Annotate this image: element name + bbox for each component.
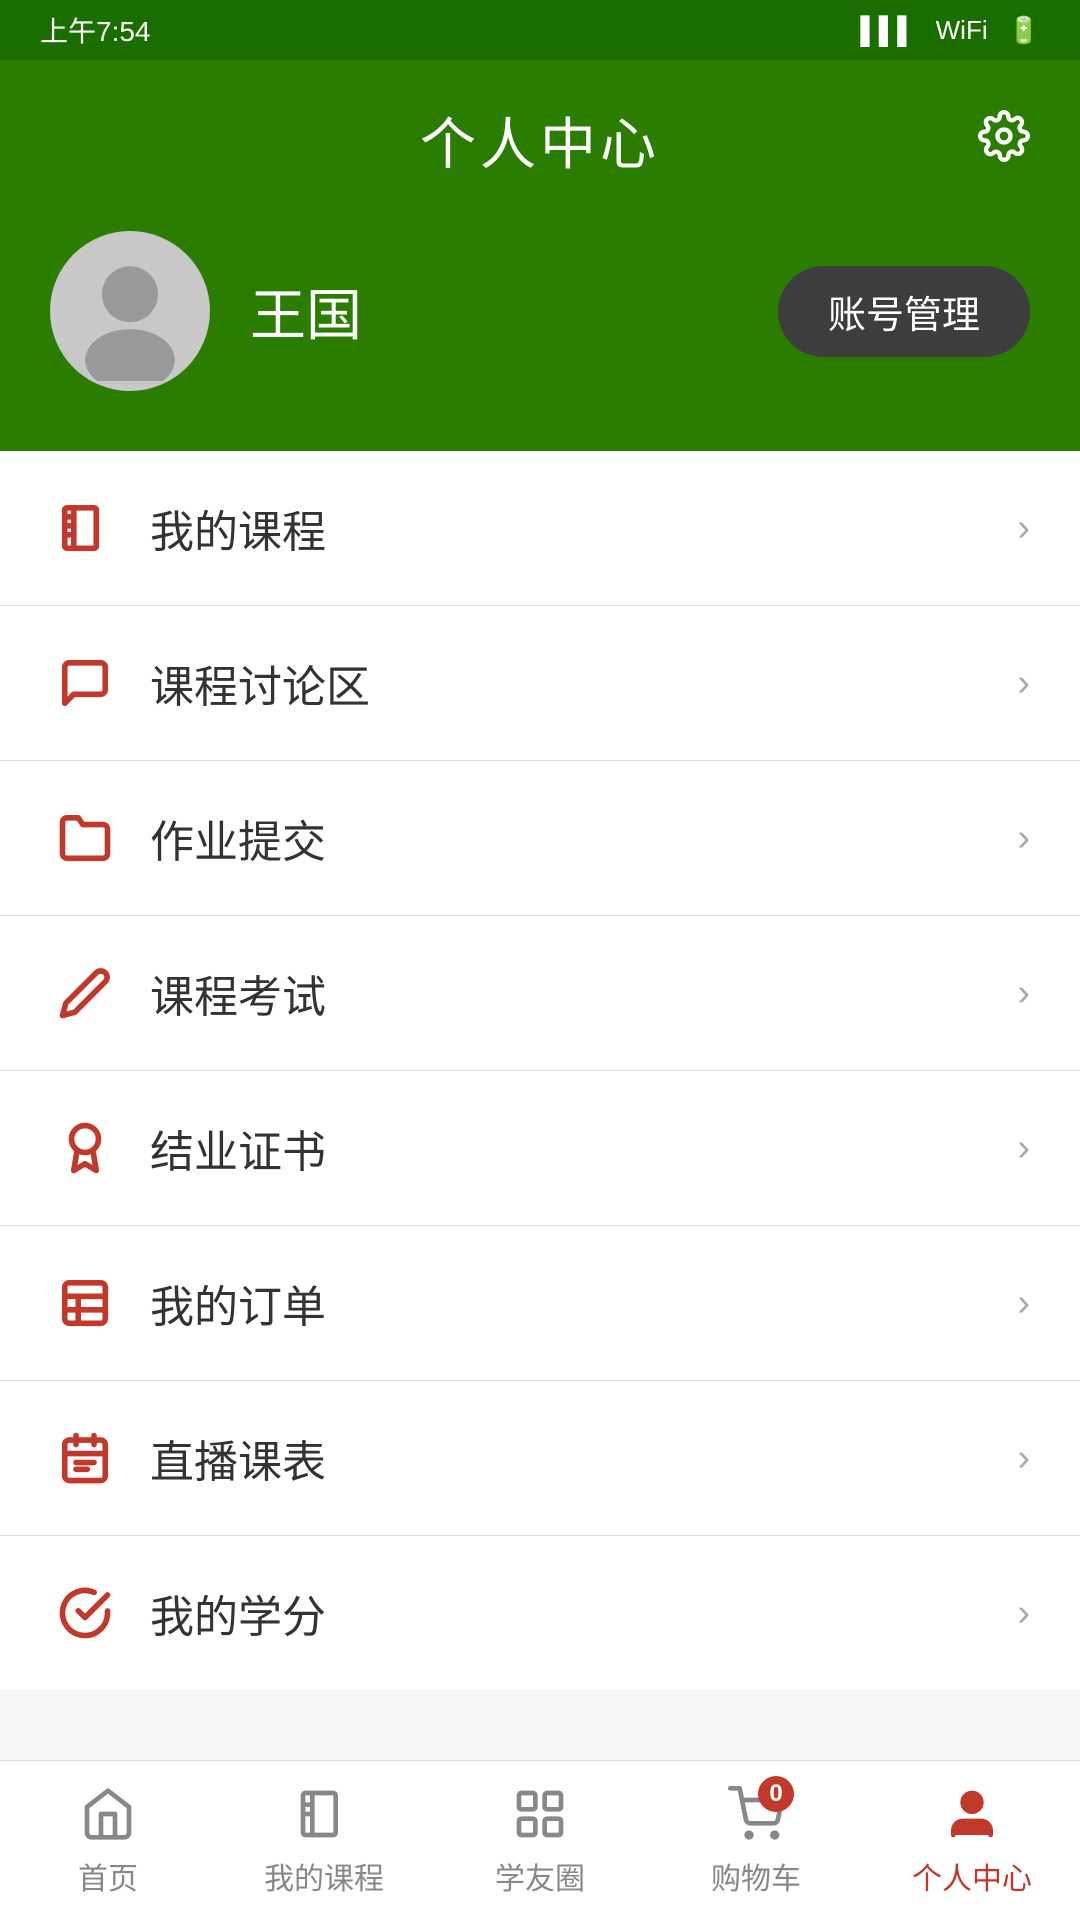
- status-bar: 上午7:54 ▌▌▌ WiFi 🔋: [0, 0, 1080, 60]
- cart-icon-wrapper: 0: [726, 1784, 786, 1844]
- pencil-icon: [50, 958, 120, 1028]
- nav-item-my-courses[interactable]: 我的课程: [216, 1774, 432, 1908]
- menu-label-my-courses: 我的课程: [150, 496, 1017, 560]
- award-icon: [50, 1113, 120, 1183]
- menu-label-discussion: 课程讨论区: [150, 651, 1017, 715]
- settings-button[interactable]: [978, 110, 1030, 171]
- menu-item-discussion[interactable]: 课程讨论区 ›: [0, 606, 1080, 761]
- nav-label-community: 学友圈: [495, 1854, 585, 1898]
- nav-label-home: 首页: [78, 1854, 138, 1898]
- account-management-button[interactable]: 账号管理: [778, 266, 1030, 357]
- profile-row: 王国 账号管理: [50, 231, 1030, 391]
- folder-icon: [50, 803, 120, 873]
- battery-icon: 🔋: [1008, 15, 1040, 46]
- nav-label-cart: 购物车: [711, 1854, 801, 1898]
- menu-label-exam: 课程考试: [150, 961, 1017, 1025]
- menu-item-my-courses[interactable]: 我的课程 ›: [0, 451, 1080, 606]
- signal-icon: ▌▌▌: [860, 15, 915, 46]
- menu-item-schedule[interactable]: 直播课表 ›: [0, 1381, 1080, 1536]
- nav-item-community[interactable]: 学友圈: [432, 1774, 648, 1908]
- person-icon: [942, 1784, 1002, 1844]
- gear-icon: [978, 110, 1030, 162]
- menu-label-schedule: 直播课表: [150, 1426, 1017, 1490]
- menu-item-homework[interactable]: 作业提交 ›: [0, 761, 1080, 916]
- menu-item-orders[interactable]: 我的订单 ›: [0, 1226, 1080, 1381]
- chevron-right-icon: ›: [1017, 817, 1030, 860]
- menu-list: 我的课程 › 课程讨论区 › 作业提交 › 课程考试 › 结业证书 ›: [0, 451, 1080, 1690]
- home-icon: [78, 1784, 138, 1844]
- username: 王国: [250, 271, 738, 352]
- menu-item-exam[interactable]: 课程考试 ›: [0, 916, 1080, 1071]
- cart-badge: 0: [758, 1776, 794, 1812]
- chat-icon: [50, 648, 120, 718]
- avatar-image: [60, 241, 200, 381]
- menu-item-credits[interactable]: 我的学分 ›: [0, 1536, 1080, 1690]
- chevron-right-icon: ›: [1017, 662, 1030, 705]
- calendar-icon: [50, 1423, 120, 1493]
- wifi-icon: WiFi: [936, 15, 988, 46]
- menu-item-certificate[interactable]: 结业证书 ›: [0, 1071, 1080, 1226]
- list-icon: [50, 1268, 120, 1338]
- chevron-right-icon: ›: [1017, 1282, 1030, 1325]
- menu-label-credits: 我的学分: [150, 1581, 1017, 1645]
- nav-item-profile[interactable]: 个人中心: [864, 1774, 1080, 1908]
- bottom-navigation: 首页 我的课程 学友圈 0 购物车 个人中心: [0, 1760, 1080, 1920]
- profile-header: 个人中心 王国 账号管理: [0, 60, 1080, 451]
- page-title: 个人中心: [420, 100, 660, 181]
- book-icon: [50, 493, 120, 563]
- chevron-right-icon: ›: [1017, 972, 1030, 1015]
- nav-item-home[interactable]: 首页: [0, 1774, 216, 1908]
- nav-label-my-courses: 我的课程: [264, 1854, 384, 1898]
- chevron-right-icon: ›: [1017, 1437, 1030, 1480]
- chevron-right-icon: ›: [1017, 507, 1030, 550]
- nav-label-profile: 个人中心: [912, 1854, 1032, 1898]
- menu-label-orders: 我的订单: [150, 1271, 1017, 1335]
- nav-item-cart[interactable]: 0 购物车: [648, 1774, 864, 1908]
- check-circle-icon: [50, 1578, 120, 1648]
- status-time: 上午7:54: [40, 10, 151, 50]
- menu-label-homework: 作业提交: [150, 806, 1017, 870]
- chevron-right-icon: ›: [1017, 1127, 1030, 1170]
- person-svg: [944, 1786, 1000, 1842]
- apps-icon: [510, 1784, 570, 1844]
- bookmark-icon: [294, 1784, 354, 1844]
- chevron-right-icon: ›: [1017, 1592, 1030, 1635]
- header-title-row: 个人中心: [50, 100, 1030, 181]
- avatar[interactable]: [50, 231, 210, 391]
- menu-label-certificate: 结业证书: [150, 1116, 1017, 1180]
- status-icons: ▌▌▌ WiFi 🔋: [860, 15, 1040, 46]
